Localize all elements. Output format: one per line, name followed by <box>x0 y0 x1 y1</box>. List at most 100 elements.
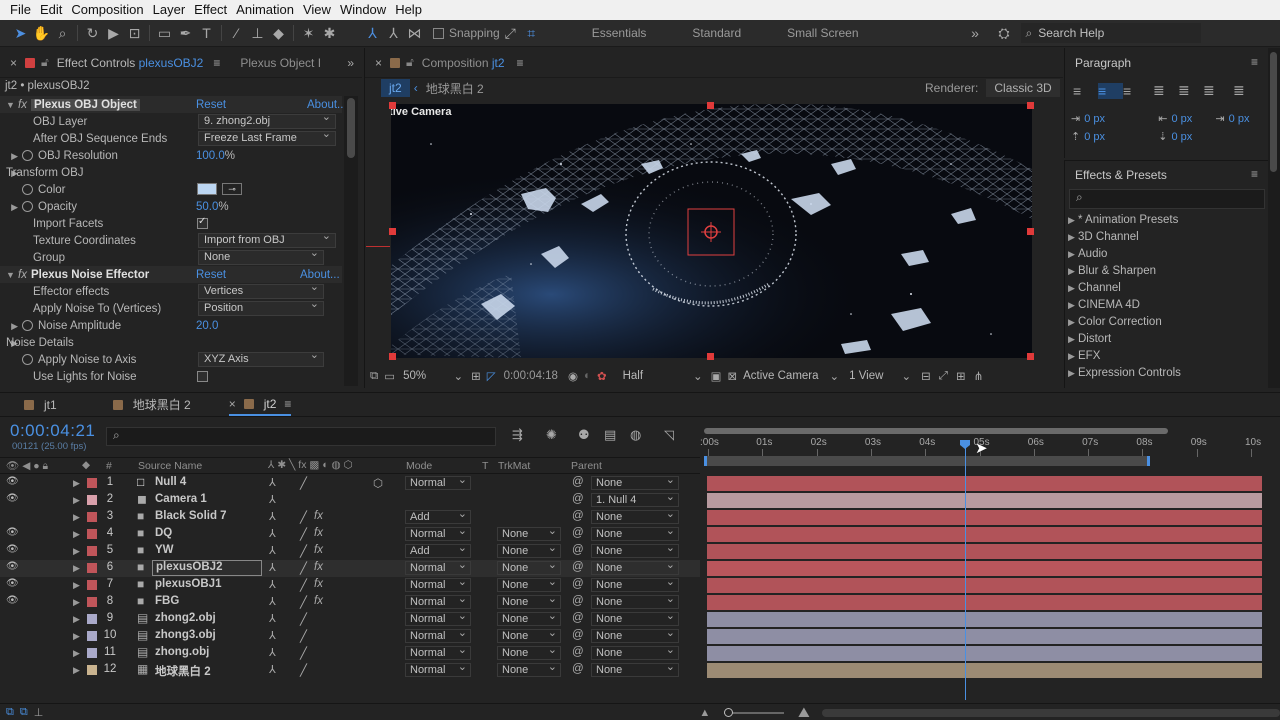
pickwhip-icon[interactable]: @ <box>572 561 584 573</box>
stopwatch-icon[interactable] <box>22 320 33 331</box>
zoom-tool-icon[interactable]: ⌕ <box>52 23 73 43</box>
roto-brush-tool-icon[interactable]: ✶ <box>298 23 319 43</box>
ec-row-noise-details[interactable]: ▶ Noise Details <box>0 334 342 351</box>
layer-row[interactable]: 👁︎ ▶ 4 ■ DQ ⅄ ╱ fx Normal ⌄ None ⌄ @ None ⌄ <box>0 525 700 543</box>
eye-icon[interactable]: 👁︎ <box>6 578 19 589</box>
parent-dropdown[interactable]: None ⌄ <box>591 610 679 626</box>
local-axis-icon[interactable]: ⅄ <box>362 23 383 43</box>
panel-menu-icon[interactable]: ≡ <box>1251 55 1258 69</box>
property-checkbox[interactable] <box>197 371 208 382</box>
parent-dropdown[interactable]: 1. Null 4 ⌄ <box>591 491 679 507</box>
layer-row[interactable]: ▶ 11 ▤ zhong.obj ⅄ ╱ Normal ⌄ None ⌄ @ None ⌄ <box>0 644 700 662</box>
zoom-slider[interactable] <box>724 707 784 717</box>
parent-dropdown[interactable]: None ⌄ <box>591 627 679 643</box>
align-center-icon[interactable]: ≡ <box>1098 82 1123 99</box>
eye-icon[interactable]: 👁︎ <box>6 527 19 538</box>
ec-row-apply-noise-to-vertices-[interactable]: Apply Noise To (Vertices) Position <box>0 298 342 317</box>
effects-search-input[interactable]: ⌕ <box>1069 189 1265 209</box>
timeline-hscrollbar[interactable] <box>821 708 1280 717</box>
align-right-icon[interactable]: ≡ <box>1123 83 1153 99</box>
mode-header[interactable]: Mode <box>406 460 432 472</box>
stopwatch-icon[interactable] <box>22 150 33 161</box>
property-dropdown[interactable]: 9. zhong2.obj <box>198 111 336 129</box>
expand-triangle-icon[interactable]: ▶ <box>1068 232 1078 243</box>
quality-switch-icon[interactable]: ╱ <box>300 612 307 626</box>
workspace-standard[interactable]: Standard <box>692 26 741 40</box>
ec-row-after-obj-sequence-ends[interactable]: After OBJ Sequence Ends Freeze Last Frame <box>0 128 342 147</box>
expand-triangle-icon[interactable]: ▶ <box>1068 317 1078 328</box>
snapshot-icon[interactable]: ◉ <box>568 369 578 383</box>
tab-jt2[interactable]: × jt2 ≡ <box>228 394 292 416</box>
effect-name[interactable]: Plexus Noise Effector <box>31 269 149 281</box>
property-checkbox[interactable] <box>197 216 208 229</box>
property-dropdown[interactable]: Freeze Last Frame <box>198 128 336 146</box>
zoom-slider-knob[interactable] <box>724 707 734 717</box>
playhead[interactable] <box>965 442 966 700</box>
about-link[interactable]: About... <box>300 269 340 281</box>
indent-first-value[interactable]: 0 px <box>1229 113 1250 125</box>
ec-row-apply-noise-to-axis[interactable]: Apply Noise to Axis XYZ Axis <box>0 349 342 368</box>
flowchart-icon[interactable]: ⊞ <box>956 369 966 383</box>
menu-layer[interactable]: Layer <box>149 0 191 20</box>
quality-switch-icon[interactable]: ╱ <box>300 578 307 592</box>
expand-triangle-icon[interactable]: ▶ <box>1068 300 1078 311</box>
toggle-switches-icon[interactable]: ⧉ <box>6 706 14 719</box>
layer-row[interactable]: 👁︎ ▶ 2 ◼ Camera 1 ⅄ @1. Null 4 ⌄ <box>0 491 700 509</box>
layer-row[interactable]: ▶ 9 ▤ zhong2.obj ⅄ ╱ Normal ⌄ None ⌄ @ None ⌄ <box>0 610 700 628</box>
trkmat-dropdown[interactable]: None ⌄ <box>497 525 561 541</box>
expand-triangle-icon[interactable]: ▶ <box>73 665 80 676</box>
parent-dropdown[interactable]: None ⌄ <box>591 474 679 490</box>
motion-blur-icon[interactable]: ◍ <box>630 427 664 443</box>
comp-mini-flowchart-icon[interactable]: ⇶ <box>512 427 546 443</box>
layer-name[interactable]: YW <box>152 544 262 556</box>
effects-category[interactable]: ▶ EFX <box>1068 350 1100 362</box>
puppet-tool-icon[interactable]: ✱ <box>319 23 340 43</box>
expand-triangle-icon[interactable]: ▶ <box>1068 351 1078 362</box>
graph-editor-icon[interactable]: ◹ <box>664 427 674 443</box>
shy-switch-icon[interactable]: ⅄ <box>269 578 276 591</box>
layer-duration-bar[interactable] <box>707 544 1262 559</box>
pickwhip-icon[interactable]: @ <box>572 595 584 607</box>
comp-menu-icon[interactable]: ≡ <box>517 56 524 70</box>
source-name-header[interactable]: Source Name <box>138 460 202 472</box>
ec-row-texture-coordinates[interactable]: Texture Coordinates Import from OBJ <box>0 230 342 249</box>
zoom-in-icon[interactable]: ⛰ <box>798 704 810 720</box>
reset-exposure-icon[interactable]: ⤢ <box>939 370 948 383</box>
layer-duration-bar[interactable] <box>707 510 1262 525</box>
align-left-icon[interactable]: ≡ <box>1073 83 1098 99</box>
tab-menu-icon[interactable]: ≡ <box>284 397 291 411</box>
property-dropdown[interactable]: Vertices <box>198 281 324 299</box>
comp-crumb-prev[interactable]: 地球黑白 2 <box>426 80 484 97</box>
justify-right-icon[interactable]: ≣ <box>1203 82 1233 99</box>
expand-triangle-icon[interactable]: ▶ <box>73 478 80 489</box>
bbox-handle[interactable] <box>1027 228 1034 235</box>
layer-name[interactable]: Black Solid 7 <box>152 510 262 522</box>
ec-row-group[interactable]: Group None <box>0 247 342 266</box>
eye-icon[interactable]: 👁︎ <box>6 493 19 504</box>
view-axis-icon[interactable]: ⋈ <box>404 23 425 43</box>
mode-dropdown[interactable]: Normal ⌄ <box>405 525 471 541</box>
fx-switch-icon[interactable]: fx <box>314 510 323 522</box>
shy-switch-icon[interactable]: ⅄ <box>269 544 276 557</box>
effect-name[interactable]: Plexus OBJ Object <box>30 98 140 111</box>
layer-duration-bar[interactable] <box>707 476 1262 491</box>
panel-menu-icon[interactable]: ≡ <box>1251 167 1258 181</box>
mode-dropdown[interactable]: Add ⌄ <box>405 508 471 524</box>
indent-right-value[interactable]: 0 px <box>1171 113 1215 125</box>
brush-tool-icon[interactable]: ⁄ <box>226 23 247 43</box>
shy-switch-icon[interactable]: ⅄ <box>269 663 276 676</box>
eyedropper-icon[interactable]: ⊸ <box>222 183 242 195</box>
menu-composition[interactable]: Composition <box>67 0 148 20</box>
layer-duration-bar[interactable] <box>707 493 1262 508</box>
clone-stamp-tool-icon[interactable]: ⊥ <box>247 23 268 43</box>
reset-link[interactable]: Reset <box>196 99 226 111</box>
reset-link[interactable]: Reset <box>196 269 226 281</box>
shy-layers-icon[interactable]: ⚉ <box>578 427 604 443</box>
effects-category[interactable]: ▶ CINEMA 4D <box>1068 299 1140 311</box>
eye-icon[interactable]: 👁︎ <box>6 595 19 606</box>
quality-switch-icon[interactable]: ╱ <box>300 476 307 490</box>
hand-tool-icon[interactable]: ✋ <box>31 23 52 43</box>
snapping-toggle[interactable]: Snapping <box>433 26 500 40</box>
ec-scrollbar[interactable] <box>344 96 358 386</box>
draft-3d-icon[interactable]: ✺ <box>546 427 578 443</box>
